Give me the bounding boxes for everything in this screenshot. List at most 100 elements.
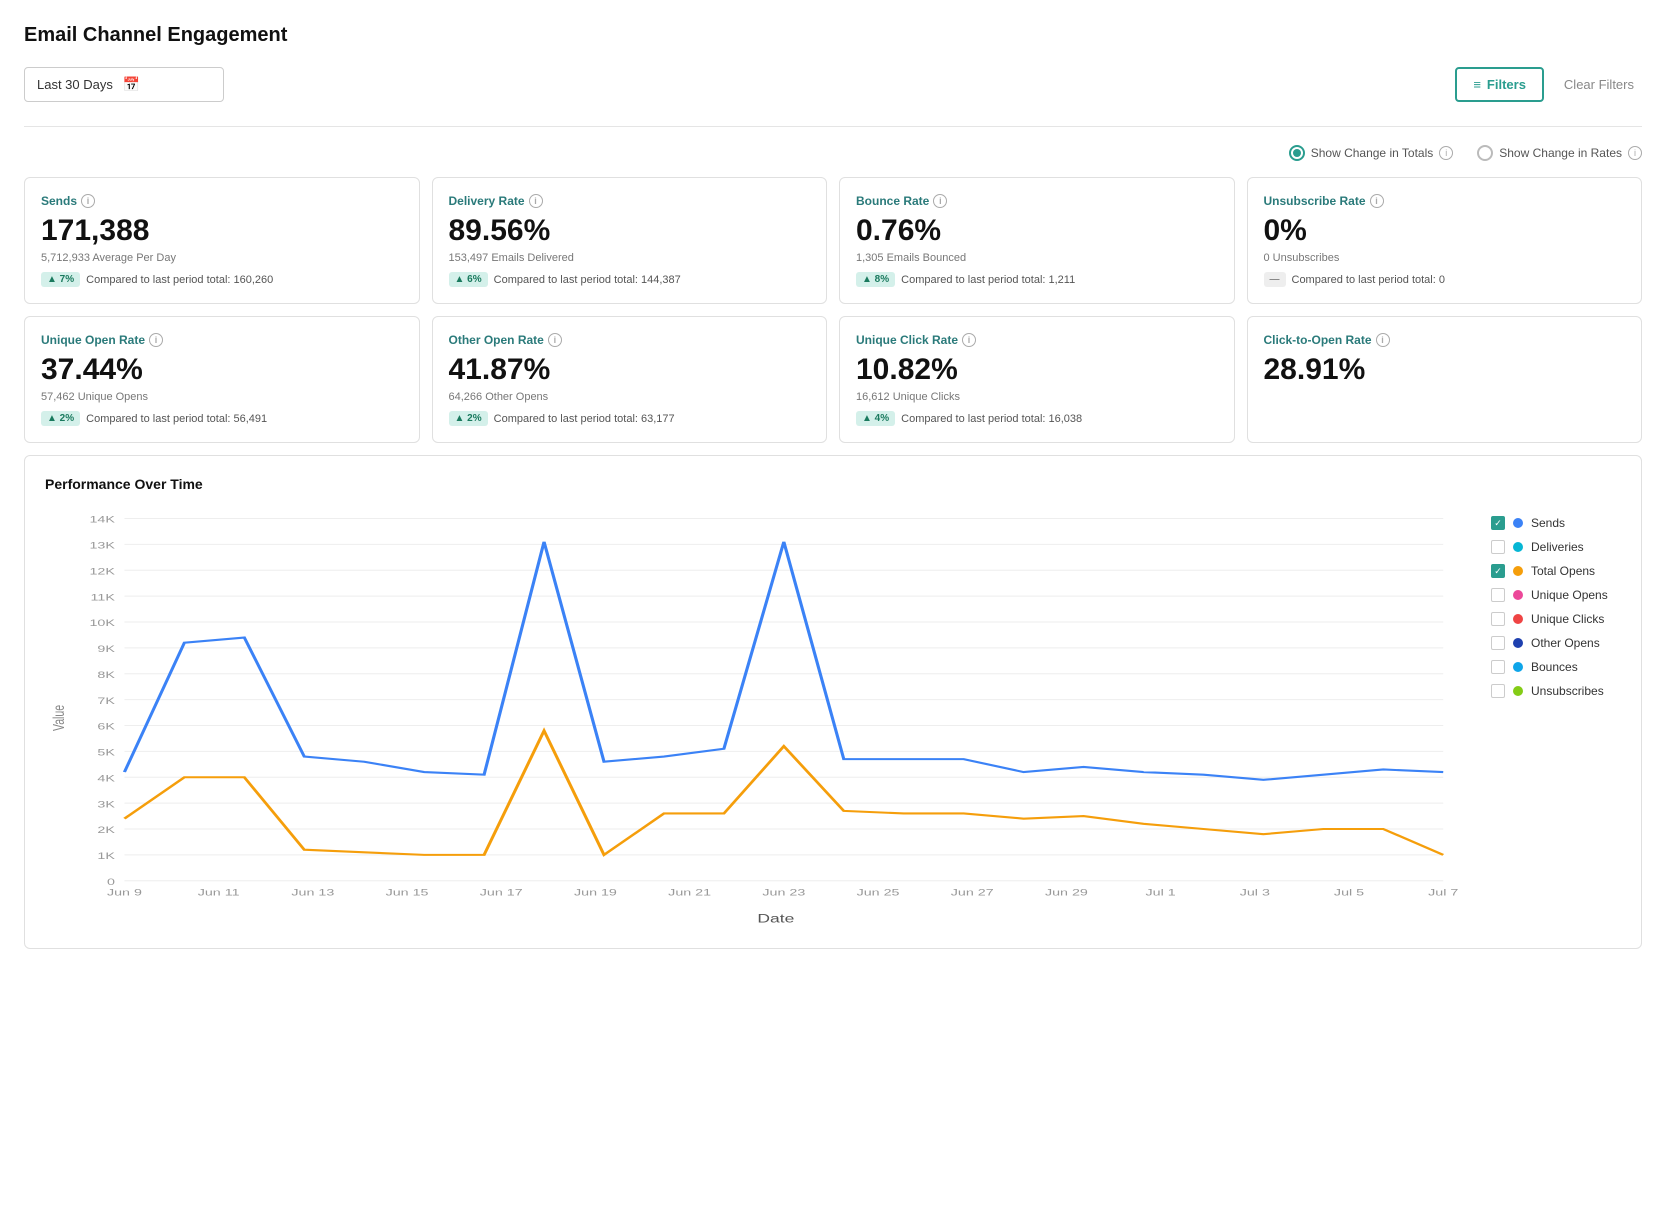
legend-label-total_opens: Total Opens: [1531, 564, 1595, 578]
metric-info-icon-unsubscribe_rate[interactable]: i: [1370, 194, 1384, 208]
metric-value-bounce_rate: 0.76%: [856, 214, 1218, 248]
metric-badge-delivery_rate: ▲ 6%: [449, 272, 488, 287]
svg-text:Jun 25: Jun 25: [857, 887, 900, 898]
legend-checkbox-bounces[interactable]: [1491, 660, 1505, 674]
metric-subtitle-delivery_rate: 153,497 Emails Delivered: [449, 252, 811, 264]
metric-value-unique_open_rate: 37.44%: [41, 353, 403, 387]
clear-filters-button[interactable]: Clear Filters: [1556, 69, 1642, 100]
toolbar: Last 30 Days 📅 ≡ Filters Clear Filters: [24, 67, 1642, 102]
legend-dot-sends: [1513, 518, 1523, 528]
legend-checkbox-total_opens[interactable]: ✓: [1491, 564, 1505, 578]
legend-dot-deliveries: [1513, 542, 1523, 552]
show-change-rates-option[interactable]: Show Change in Rates i: [1477, 145, 1642, 161]
legend-label-bounces: Bounces: [1531, 660, 1578, 674]
svg-text:Jun 9: Jun 9: [107, 887, 142, 898]
metric-card-delivery_rate: Delivery Rate i 89.56% 153,497 Emails Deliv…: [432, 177, 828, 304]
legend-checkbox-unique_clicks[interactable]: [1491, 612, 1505, 626]
legend-item-total_opens: ✓ Total Opens: [1491, 564, 1621, 578]
svg-text:6K: 6K: [97, 721, 114, 732]
metric-label-delivery_rate: Delivery Rate: [449, 194, 525, 208]
totals-radio[interactable]: [1289, 145, 1305, 161]
svg-text:2K: 2K: [97, 825, 114, 836]
svg-text:Jun 13: Jun 13: [291, 887, 334, 898]
metric-info-icon-unique_open_rate[interactable]: i: [149, 333, 163, 347]
date-filter[interactable]: Last 30 Days 📅: [24, 67, 224, 102]
metric-card-unsubscribe_rate: Unsubscribe Ratei 0% 0 Unsubscribes — Compar…: [1247, 177, 1643, 304]
svg-text:Jul 5: Jul 5: [1334, 887, 1364, 898]
metric-info-icon-other_open_rate[interactable]: i: [548, 333, 562, 347]
metric-card-unique_click_rate: Unique Click Ratei10.82%16,612 Unique Cl…: [839, 316, 1235, 443]
metric-label-click_to_open_rate: Click-to-Open Rate: [1264, 333, 1372, 347]
filters-button[interactable]: ≡ Filters: [1455, 67, 1544, 102]
svg-text:Jun 27: Jun 27: [951, 887, 994, 898]
legend-item-unique_clicks: Unique Clicks: [1491, 612, 1621, 626]
legend-checkbox-unsubscribes[interactable]: [1491, 684, 1505, 698]
legend-label-unique_clicks: Unique Clicks: [1531, 612, 1604, 626]
metric-subtitle-other_open_rate: 64,266 Other Opens: [449, 391, 811, 403]
metric-compare-sends: Compared to last period total: 160,260: [86, 274, 273, 286]
svg-text:5K: 5K: [97, 747, 114, 758]
metric-badge-unique_click_rate: ▲ 4%: [856, 411, 895, 426]
metric-card-sends: Sendsi171,3885,712,933 Average Per Day▲ …: [24, 177, 420, 304]
rates-info-icon[interactable]: i: [1628, 146, 1642, 160]
metric-compare-unique_open_rate: Compared to last period total: 56,491: [86, 413, 267, 425]
legend-item-unique_opens: Unique Opens: [1491, 588, 1621, 602]
show-change-totals-option[interactable]: Show Change in Totals i: [1289, 145, 1454, 161]
metric-title-other_open_rate: Other Open Rate i: [449, 333, 811, 347]
metric-value-other_open_rate: 41.87%: [449, 353, 811, 387]
metric-label-bounce_rate: Bounce Rate: [856, 194, 929, 208]
svg-text:Jun 15: Jun 15: [386, 887, 429, 898]
metric-compare-unsubscribe_rate: Compared to last period total: 0: [1292, 274, 1445, 286]
metric-badge-unsubscribe_rate: —: [1264, 272, 1286, 287]
metric-compare-unique_click_rate: Compared to last period total: 16,038: [901, 413, 1082, 425]
totals-info-icon[interactable]: i: [1439, 146, 1453, 160]
calendar-icon: 📅: [123, 76, 140, 93]
legend-item-bounces: Bounces: [1491, 660, 1621, 674]
chart-container: 01K2K3K4K5K6K7K8K9K10K11K12K13K14K Jun 9…: [45, 508, 1475, 928]
metric-title-sends: Sendsi: [41, 194, 403, 208]
metric-label-unique_open_rate: Unique Open Rate: [41, 333, 145, 347]
metric-info-icon-click_to_open_rate[interactable]: i: [1376, 333, 1390, 347]
metric-label-other_open_rate: Other Open Rate: [449, 333, 544, 347]
rates-radio[interactable]: [1477, 145, 1493, 161]
metric-value-sends: 171,388: [41, 214, 403, 248]
metric-value-unsubscribe_rate: 0%: [1264, 214, 1626, 248]
metric-badge-other_open_rate: ▲ 2%: [449, 411, 488, 426]
metric-compare-bounce_rate: Compared to last period total: 1,211: [901, 274, 1075, 286]
svg-text:13K: 13K: [89, 540, 114, 551]
divider: [24, 126, 1642, 127]
svg-text:12K: 12K: [89, 566, 114, 577]
filter-icon: ≡: [1473, 77, 1481, 92]
metric-info-icon-unique_click_rate[interactable]: i: [962, 333, 976, 347]
legend-checkbox-deliveries[interactable]: [1491, 540, 1505, 554]
metric-value-unique_click_rate: 10.82%: [856, 353, 1218, 387]
svg-text:Jun 19: Jun 19: [574, 887, 617, 898]
metric-info-icon-delivery_rate[interactable]: i: [529, 194, 543, 208]
svg-text:Jul 1: Jul 1: [1146, 887, 1176, 898]
svg-text:Jun 11: Jun 11: [198, 887, 240, 898]
metric-info-icon-bounce_rate[interactable]: i: [933, 194, 947, 208]
legend-dot-unique_clicks: [1513, 614, 1523, 624]
svg-text:Jun 23: Jun 23: [762, 887, 805, 898]
metric-value-delivery_rate: 89.56%: [449, 214, 811, 248]
metric-card-click_to_open_rate: Click-to-Open Ratei28.91%: [1247, 316, 1643, 443]
legend-checkbox-sends[interactable]: ✓: [1491, 516, 1505, 530]
x-axis-title: Date: [757, 913, 794, 925]
svg-text:1K: 1K: [97, 850, 114, 861]
metric-title-unsubscribe_rate: Unsubscribe Ratei: [1264, 194, 1626, 208]
rates-label: Show Change in Rates: [1499, 146, 1622, 160]
metric-subtitle-unique_open_rate: 57,462 Unique Opens: [41, 391, 403, 403]
metric-change-other_open_rate: ▲ 2%Compared to last period total: 63,17…: [449, 411, 811, 426]
svg-text:Jun 29: Jun 29: [1045, 887, 1088, 898]
legend-item-sends: ✓Sends: [1491, 516, 1621, 530]
legend-checkbox-unique_opens[interactable]: [1491, 588, 1505, 602]
legend-label-other_opens: Other Opens: [1531, 636, 1600, 650]
legend-item-other_opens: Other Opens: [1491, 636, 1621, 650]
legend-checkbox-other_opens[interactable]: [1491, 636, 1505, 650]
metrics-row-2: Unique Open Rate i 37.44% 57,462 Unique Ope…: [24, 316, 1642, 443]
totals-label: Show Change in Totals: [1311, 146, 1434, 160]
metric-badge-sends: ▲ 7%: [41, 272, 80, 287]
metric-info-icon-sends[interactable]: i: [81, 194, 95, 208]
legend-dot-other_opens: [1513, 638, 1523, 648]
metric-subtitle-unsubscribe_rate: 0 Unsubscribes: [1264, 252, 1626, 264]
